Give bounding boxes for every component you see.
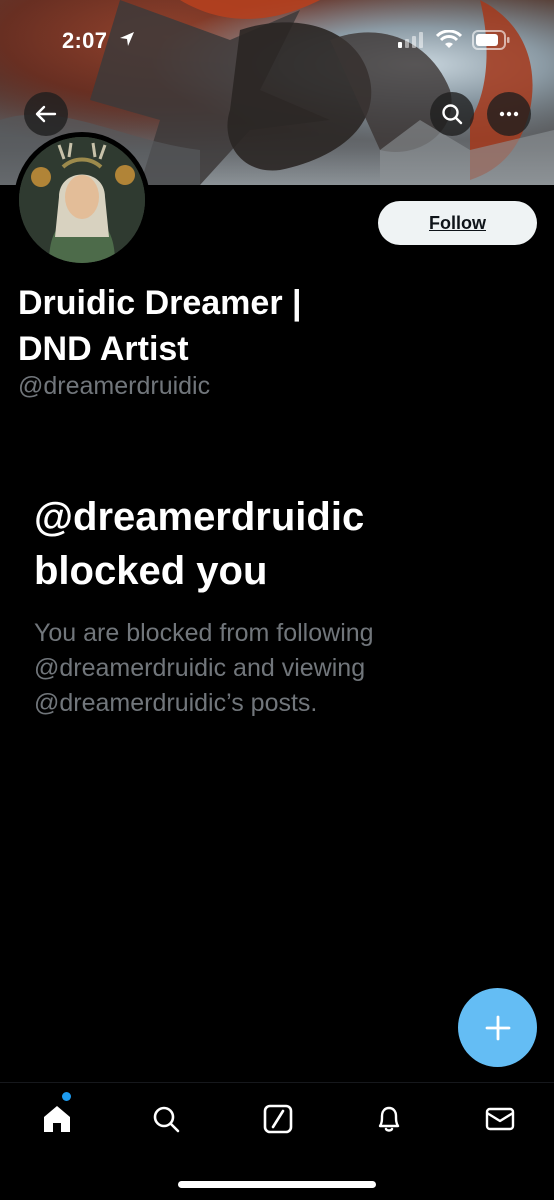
back-button[interactable] bbox=[24, 92, 68, 136]
avatar[interactable] bbox=[14, 132, 150, 268]
profile-handle: @dreamerdruidic bbox=[18, 372, 211, 400]
grok-icon bbox=[263, 1104, 293, 1134]
mail-icon bbox=[485, 1107, 515, 1131]
search-icon bbox=[153, 1106, 180, 1133]
nav-explore[interactable] bbox=[146, 1099, 186, 1139]
arrow-left-icon bbox=[35, 105, 57, 123]
wifi-icon bbox=[436, 30, 462, 48]
search-icon bbox=[442, 104, 463, 125]
more-horizontal-icon bbox=[499, 111, 519, 117]
status-bar: 2:07 bbox=[0, 0, 554, 86]
nav-messages[interactable] bbox=[480, 1099, 520, 1139]
home-icon bbox=[44, 1106, 70, 1132]
blocked-title: @dreamerdruidic blocked you bbox=[34, 495, 365, 593]
nav-grok[interactable] bbox=[258, 1099, 298, 1139]
home-indicator bbox=[178, 1181, 376, 1188]
nav-notifications[interactable] bbox=[369, 1099, 409, 1139]
avatar-image bbox=[19, 137, 145, 263]
more-options-button[interactable] bbox=[487, 92, 531, 136]
location-arrow-icon bbox=[120, 32, 134, 46]
home-unread-dot bbox=[62, 1092, 71, 1101]
plus-icon bbox=[485, 1015, 510, 1040]
blocked-description: You are blocked from following @dreamerd… bbox=[34, 619, 374, 717]
compose-button[interactable] bbox=[458, 988, 537, 1067]
cellular-signal-icon bbox=[398, 32, 423, 48]
bell-icon bbox=[378, 1106, 400, 1132]
follow-button[interactable]: Follow bbox=[378, 201, 537, 245]
profile-display-name: Druidic Dreamer | DND Artist bbox=[18, 284, 302, 368]
nav-home[interactable] bbox=[37, 1099, 77, 1139]
search-profile-button[interactable] bbox=[430, 92, 474, 136]
status-time: 2:07 bbox=[62, 28, 108, 53]
battery-icon bbox=[472, 30, 510, 50]
